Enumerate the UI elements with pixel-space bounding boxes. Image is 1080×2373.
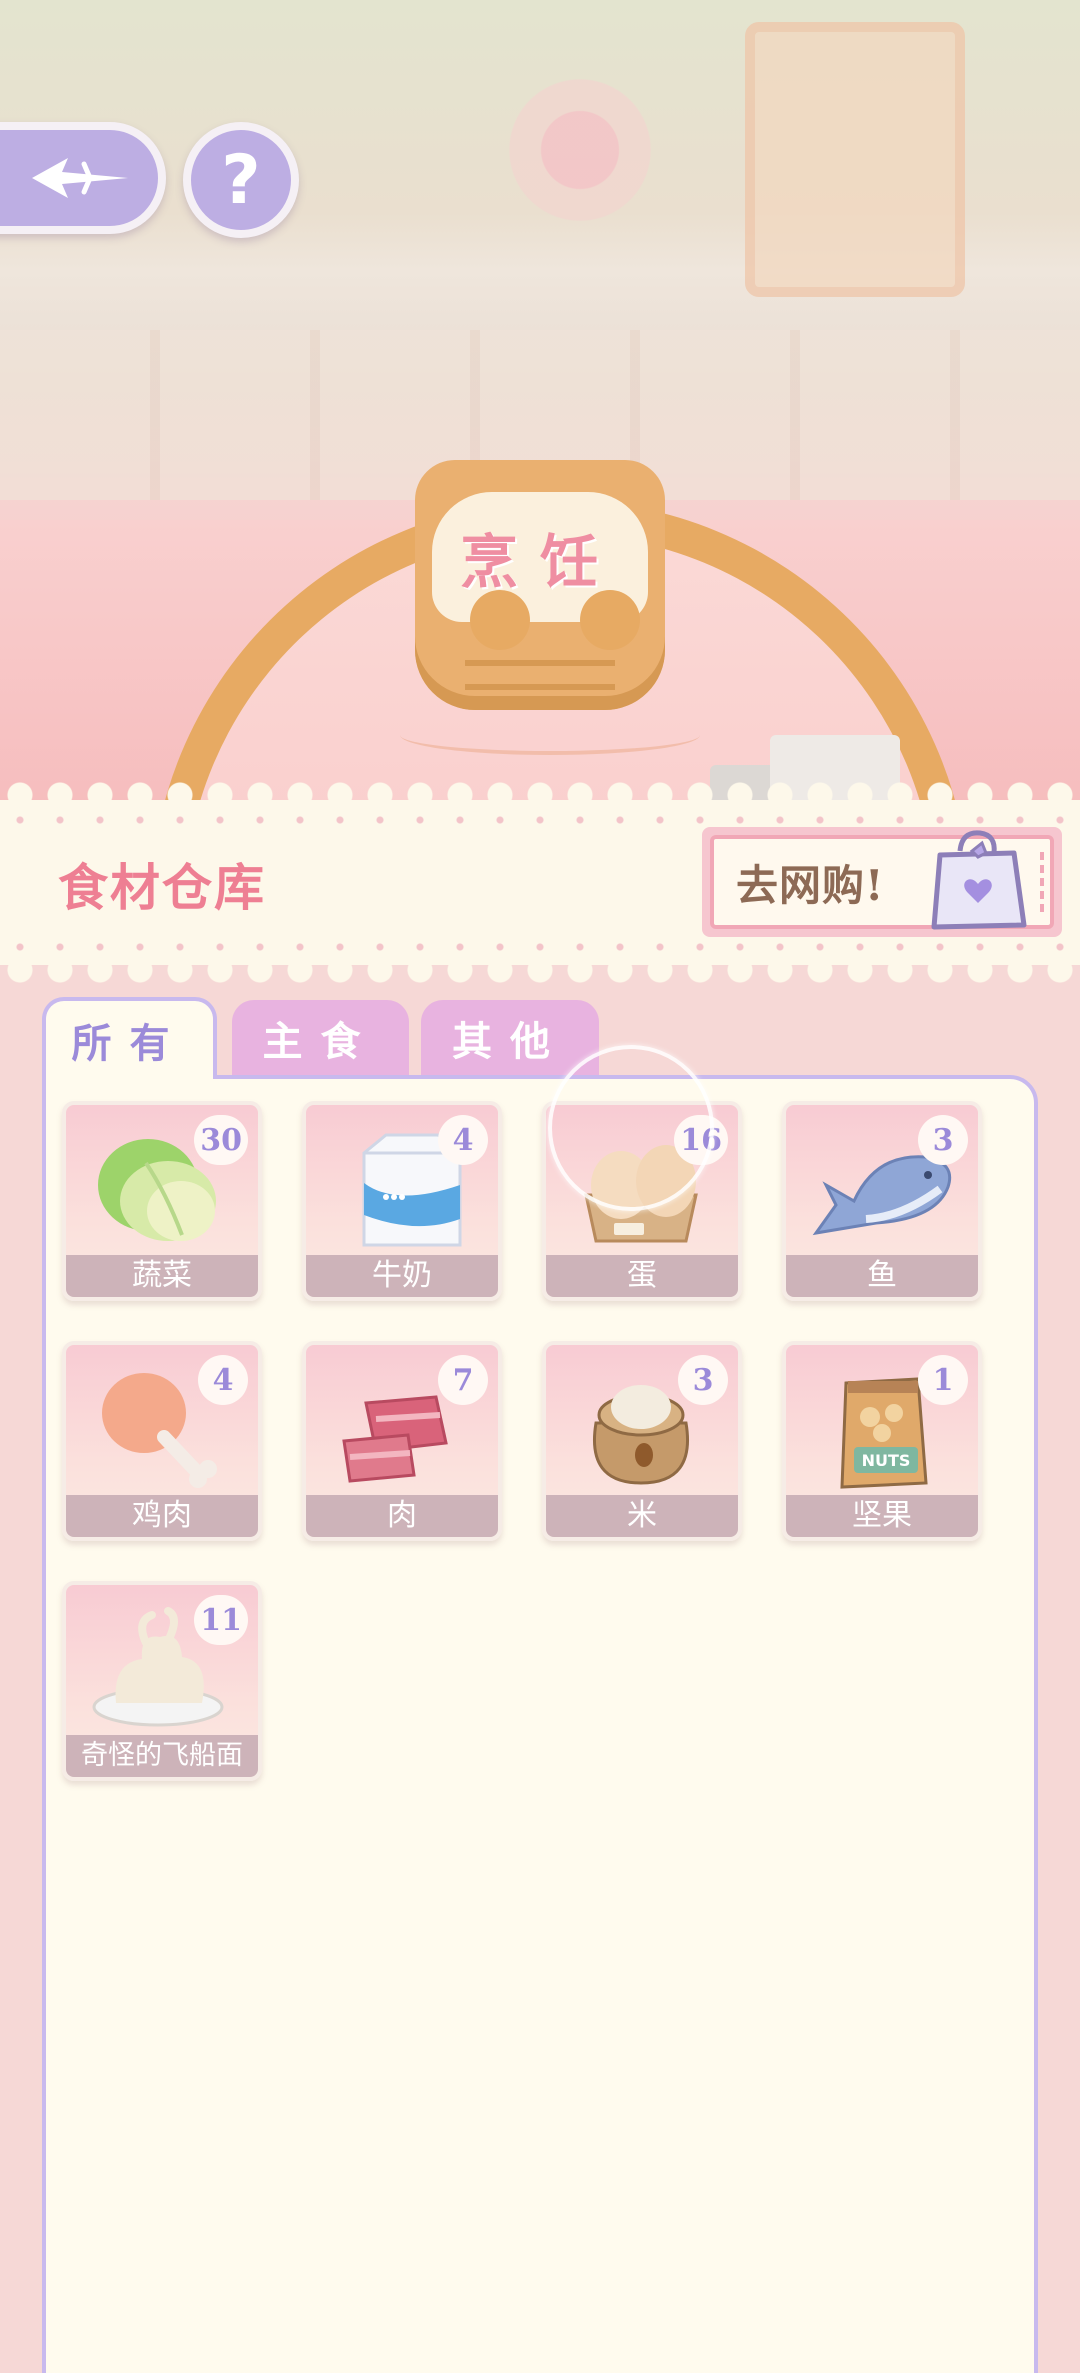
item-label: 蔬菜 — [66, 1255, 258, 1297]
tab-staple-food[interactable]: 主食 — [232, 1000, 409, 1076]
cooking-sign-holes — [470, 590, 640, 650]
item-count: 1 — [918, 1355, 968, 1405]
ingredient-item-vegetables[interactable]: 30 蔬菜 — [62, 1101, 262, 1301]
tab-other[interactable]: 其他 — [421, 1000, 599, 1076]
ingredient-item-rice[interactable]: 3 米 — [542, 1341, 742, 1541]
item-label: 鸡肉 — [66, 1495, 258, 1537]
item-label: 蛋 — [546, 1255, 738, 1297]
ingredient-grid: 30 蔬菜 4 牛奶 16 蛋 3 鱼 4 鸡肉 7 肉 3 米 NUTS 1 … — [62, 1101, 982, 1781]
item-count: 11 — [194, 1595, 248, 1645]
wall-picture-frame — [745, 22, 965, 297]
cooking-sign-title: 烹饪 — [459, 528, 620, 596]
question-mark-icon: ? — [221, 140, 261, 220]
item-label: 肉 — [306, 1495, 498, 1537]
storage-title: 食材仓库 — [58, 858, 266, 917]
ingredient-item-chicken[interactable]: 4 鸡肉 — [62, 1341, 262, 1541]
lace-trim-top — [0, 816, 1080, 824]
selection-ring — [548, 1045, 714, 1211]
item-label: 奇怪的飞船面 — [66, 1735, 258, 1777]
item-count: 4 — [438, 1115, 488, 1165]
item-count: 3 — [678, 1355, 728, 1405]
back-arrow-icon — [32, 158, 128, 198]
item-label: 米 — [546, 1495, 738, 1537]
ingredient-item-fish[interactable]: 3 鱼 — [782, 1101, 982, 1301]
item-count: 30 — [194, 1115, 248, 1165]
online-shop-button[interactable]: 去网购! — [702, 827, 1062, 937]
lace-trim-bottom — [0, 943, 1080, 951]
shopping-bag-icon — [931, 830, 1027, 930]
back-button[interactable] — [0, 122, 166, 234]
wall-emblem — [500, 70, 660, 230]
ingredient-item-nuts[interactable]: NUTS 1 坚果 — [782, 1341, 982, 1541]
cooking-sign-lines — [465, 660, 615, 690]
dashed-divider — [1040, 852, 1044, 912]
tab-all[interactable]: 所有 — [42, 997, 217, 1079]
nuts-bag-text: NUTS — [862, 1451, 911, 1470]
item-count: 3 — [918, 1115, 968, 1165]
item-label: 牛奶 — [306, 1255, 498, 1297]
item-label: 坚果 — [786, 1495, 978, 1537]
decorative-flourish — [400, 715, 700, 755]
ingredient-item-meat[interactable]: 7 肉 — [302, 1341, 502, 1541]
ingredient-item-strange-noodles[interactable]: 11 奇怪的飞船面 — [62, 1581, 262, 1781]
ingredient-item-milk[interactable]: 4 牛奶 — [302, 1101, 502, 1301]
help-button[interactable]: ? — [183, 122, 299, 238]
kitchen-background: 烹饪 — [0, 0, 1080, 820]
ingredient-panel: 30 蔬菜 4 牛奶 16 蛋 3 鱼 4 鸡肉 7 肉 3 米 NUTS 1 … — [42, 1075, 1038, 2373]
online-shop-label: 去网购! — [736, 860, 885, 910]
item-label: 鱼 — [786, 1255, 978, 1297]
item-count: 4 — [198, 1355, 248, 1405]
storage-header: 食材仓库 去网购! — [0, 782, 1080, 983]
item-count: 7 — [438, 1355, 488, 1405]
